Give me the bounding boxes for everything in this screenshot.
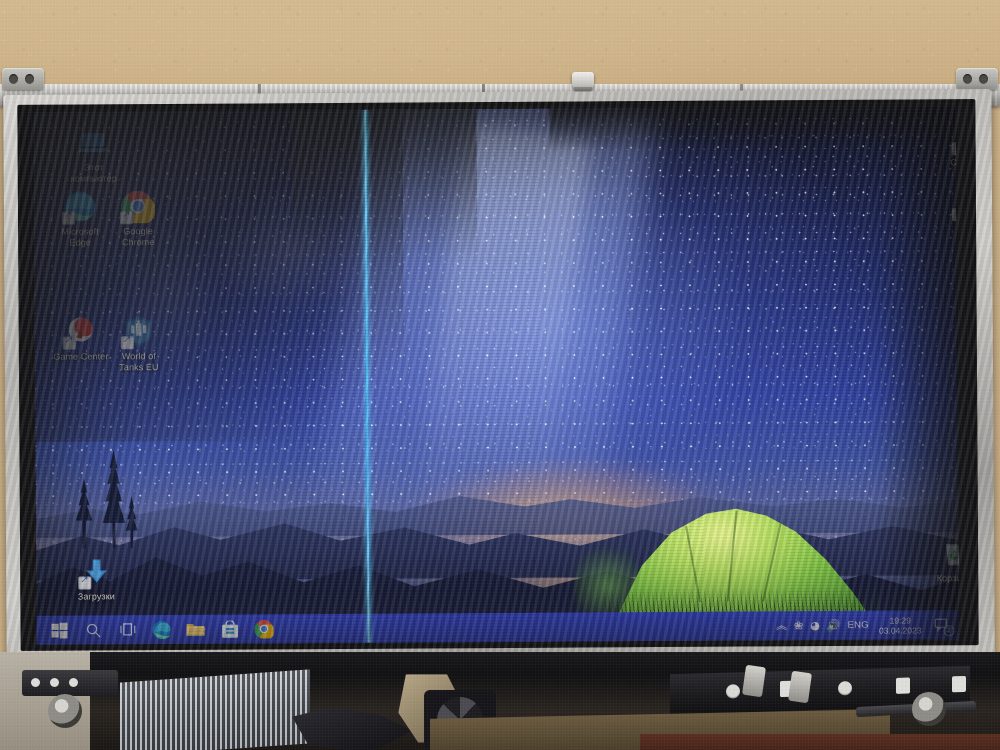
roller-right: [912, 692, 946, 726]
task-view-button[interactable]: [110, 615, 144, 644]
desktop-icon-google-chrome[interactable]: Google Chrome: [100, 189, 176, 248]
windows-logo-icon: [51, 622, 68, 638]
taskbar-buttons: [36, 614, 280, 644]
task-view-icon: [119, 623, 135, 636]
vertical-line-defect: [364, 109, 370, 643]
taskbar-edge-button[interactable]: [144, 615, 178, 644]
metal-clip-a: [742, 664, 766, 698]
shortcut-arrow-icon: [119, 211, 134, 225]
taskbar-explorer-button[interactable]: [178, 615, 212, 644]
workbench-hardware: [0, 652, 1000, 750]
desktop-icon-label: CCleaner: [950, 157, 959, 168]
taskbar[interactable]: ︽ ❀ ◕ 🔊 ENG 19:29 03.04.2023 2: [36, 610, 959, 645]
test-document-icon: [951, 186, 959, 222]
screen-reflection-2: [291, 109, 478, 292]
moire-pattern: [33, 106, 959, 645]
edge-icon: [152, 620, 171, 639]
brown-board: [640, 734, 1000, 750]
taskbar-chrome-button[interactable]: [246, 614, 280, 643]
notification-count-badge: 2: [943, 624, 955, 636]
taskbar-store-button[interactable]: [212, 615, 246, 644]
ccleaner-icon: [952, 120, 958, 154]
monitor-frame: Этот компьютер Microsoft Edge Google Chrom…: [3, 88, 995, 662]
world-of-tanks-icon: [120, 314, 156, 350]
desktop-icon-label: World of Tanks EU: [119, 351, 159, 373]
tray-chevron-icon[interactable]: ︽: [776, 619, 787, 632]
desktop-icon-label: Microsoft Edge: [61, 226, 99, 248]
screen-reflection-3: [549, 106, 959, 152]
action-center-icon: [934, 618, 947, 632]
photo-scene: Этот компьютер Microsoft Edge Google Chrom…: [0, 0, 1000, 750]
desktop-icon-downloads[interactable]: Загрузки: [58, 554, 134, 602]
rail-mount-tab-right: [956, 68, 998, 90]
game-center-icon: [68, 317, 93, 342]
shortcut-arrow-icon: [78, 576, 92, 590]
system-tray: ︽ ❀ ◕ 🔊 ENG 19:29 03.04.2023 2: [776, 610, 959, 640]
start-button[interactable]: [42, 616, 76, 645]
screen-vignette: [33, 106, 958, 645]
desktop-icon-world-of-tanks[interactable]: World of Tanks EU: [101, 314, 177, 373]
desktop-icon-game-center[interactable]: Game Center: [43, 314, 119, 362]
wifi-icon[interactable]: ◕: [810, 619, 820, 632]
speaker-icon[interactable]: 🔊: [827, 619, 841, 632]
chrome-icon: [253, 620, 274, 639]
shortcut-arrow-icon: [120, 336, 134, 350]
monitor-bezel: Этот компьютер Microsoft Edge Google Chrom…: [17, 99, 979, 651]
search-icon: [86, 623, 101, 637]
test-document-icon: [953, 186, 959, 220]
desktop-icon-recycle-bin[interactable]: Корзина: [916, 536, 959, 584]
chrome-icon: [119, 189, 156, 225]
recycle-bin-icon: [937, 536, 959, 570]
computer-icon: [76, 125, 110, 159]
rail-mount-tab-left: [2, 68, 44, 90]
store-icon: [221, 620, 238, 638]
downloads-icon: [78, 554, 113, 590]
computer-icon: [79, 133, 108, 152]
screen-edge-shadow: [863, 106, 959, 640]
screen-reflection: [33, 109, 405, 443]
clock[interactable]: 19:29 03.04.2023: [876, 615, 925, 635]
desktop-icon-ccleaner[interactable]: CCleaner: [931, 120, 959, 168]
heatsink-fins: [120, 669, 310, 750]
game-center-icon: [62, 314, 98, 350]
clock-date: 03.04.2023: [878, 624, 922, 636]
lcd-panel: Этот компьютер Microsoft Edge Google Chrom…: [33, 106, 959, 645]
clock-time: 19:29: [889, 614, 911, 626]
desktop-icon-label: Game Center: [53, 351, 109, 362]
tent-illustration: [602, 499, 882, 620]
desktop-icon-test[interactable]: Test: [932, 186, 959, 234]
shortcut-arrow-icon: [951, 208, 959, 222]
desktop-icon-label: Google Chrome: [121, 226, 155, 248]
desktop-icon-label: Корзина: [936, 573, 959, 584]
metal-clip-b: [788, 670, 812, 704]
shortcut-arrow-icon: [61, 211, 76, 225]
desktop-icon-label: Этот компьютер: [70, 162, 117, 184]
shortcut-arrow-icon: [62, 336, 76, 350]
language-indicator[interactable]: ENG: [847, 620, 869, 631]
desktop-icon-layer: Этот компьютер Microsoft Edge Google Chrom…: [33, 106, 959, 602]
search-button[interactable]: [76, 615, 110, 644]
folder-icon: [186, 624, 206, 636]
action-center-button[interactable]: 2: [931, 615, 955, 636]
downloads-icon: [86, 559, 107, 583]
chrome-icon: [120, 191, 156, 225]
edge-icon: [64, 191, 95, 222]
desktop-icon-label: Загрузки: [77, 591, 115, 602]
desktop-icon-microsoft-edge[interactable]: Microsoft Edge: [42, 189, 118, 248]
world-of-tanks-icon: [125, 316, 152, 347]
bluetooth-icon[interactable]: ❀: [794, 619, 803, 632]
desktop-wallpaper: [33, 106, 959, 645]
dark-cloth: [292, 708, 412, 750]
desktop-icon-label: Test: [932, 223, 959, 234]
rail-thumbscrew: [572, 72, 594, 93]
roller-left: [48, 694, 82, 728]
desktop-icon-this-pc[interactable]: Этот компьютер: [55, 125, 131, 184]
edge-icon: [61, 189, 97, 225]
laptop-hinge: [22, 670, 118, 696]
shortcut-arrow-icon: [951, 142, 959, 156]
ccleaner-icon: [951, 120, 959, 156]
recycle-bin-icon: [946, 544, 959, 566]
